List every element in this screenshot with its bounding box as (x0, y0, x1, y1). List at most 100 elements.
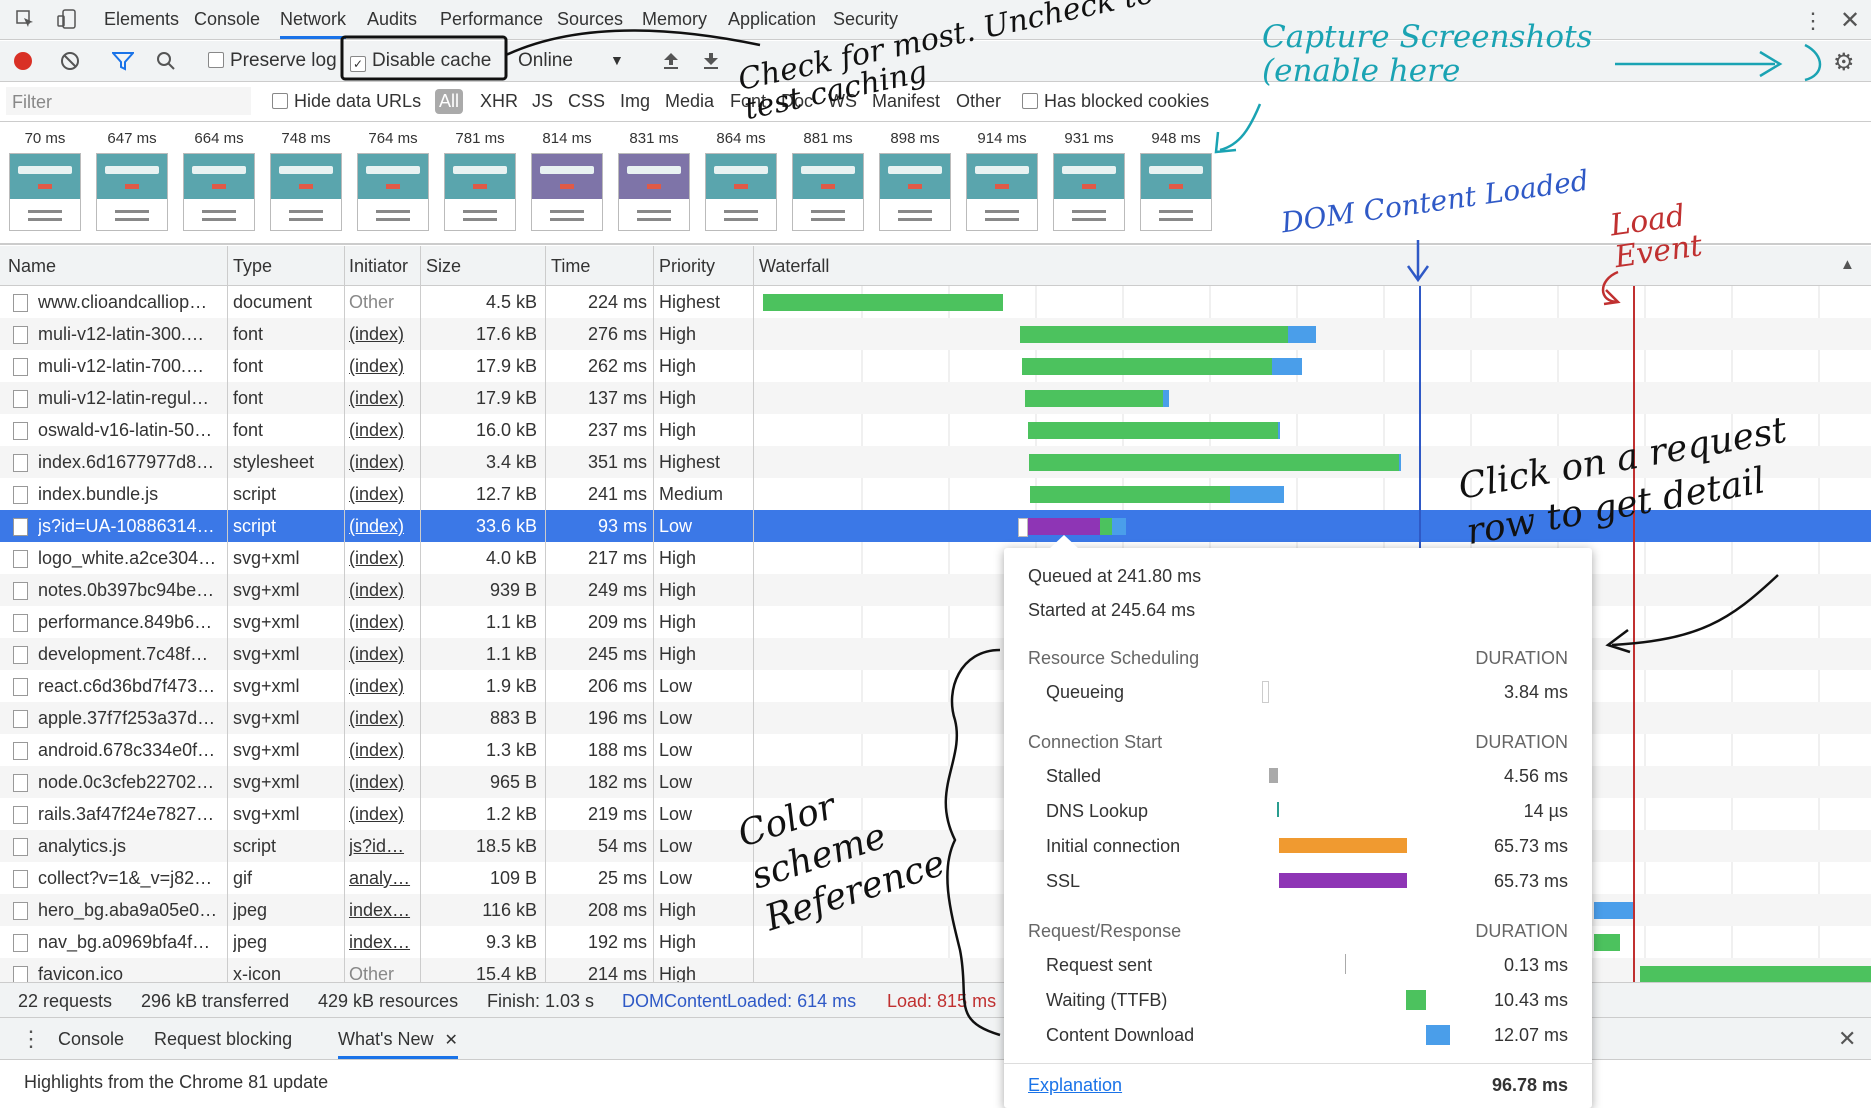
request-initiator[interactable]: (index) (349, 548, 415, 569)
tab-application[interactable]: Application (728, 9, 816, 30)
filmstrip-frame[interactable]: 864 ms (704, 130, 778, 231)
column-name[interactable]: Name (8, 256, 56, 277)
filmstrip-frame[interactable]: 898 ms (878, 130, 952, 231)
column-type[interactable]: Type (233, 256, 272, 277)
request-initiator[interactable]: analy… (349, 868, 415, 889)
tab-sources[interactable]: Sources (557, 9, 623, 30)
close-tab-icon[interactable]: ✕ (444, 1032, 457, 1049)
device-toolbar-icon[interactable] (56, 8, 78, 30)
filmstrip-frame[interactable]: 881 ms (791, 130, 865, 231)
tab-audits[interactable]: Audits (367, 9, 417, 30)
file-icon (13, 422, 28, 440)
record-icon[interactable] (14, 52, 32, 70)
request-initiator[interactable]: (index) (349, 420, 415, 441)
filter-input[interactable]: Filter (6, 87, 251, 115)
waterfall-bar (1100, 518, 1112, 535)
request-time: 241 ms (587, 484, 647, 504)
table-row[interactable]: muli-v12-latin-300.… font (index) 17.6 kB 27… (0, 318, 1871, 350)
section-connection-start: Connection Start (1028, 732, 1163, 752)
type-filter-js[interactable]: JS (532, 91, 553, 112)
request-initiator[interactable]: (index) (349, 516, 415, 537)
column-time[interactable]: Time (551, 256, 590, 277)
request-initiator[interactable]: (index) (349, 644, 415, 665)
request-initiator[interactable]: (index) (349, 324, 415, 345)
filter-icon[interactable] (110, 51, 136, 77)
column-initiator[interactable]: Initiator (349, 256, 408, 277)
export-har-icon[interactable] (702, 51, 720, 77)
search-icon[interactable] (156, 51, 176, 77)
request-initiator[interactable]: (index) (349, 388, 415, 409)
dns-lookup-bar (1277, 802, 1279, 817)
filmstrip-frame[interactable]: 948 ms (1139, 130, 1213, 231)
filmstrip-frame[interactable]: 831 ms (617, 130, 691, 231)
request-initiator[interactable]: (index) (349, 356, 415, 377)
column-priority[interactable]: Priority (659, 256, 715, 277)
close-devtools-icon[interactable]: ✕ (1840, 6, 1860, 35)
hide-data-urls-checkbox[interactable]: Hide data URLs (272, 91, 421, 112)
request-initiator[interactable]: (index) (349, 740, 415, 761)
request-name: react.c6d36bd7f473… (38, 676, 216, 696)
sort-ascending-icon[interactable]: ▲ (1840, 256, 1855, 273)
filmstrip-frame[interactable]: 647 ms (95, 130, 169, 231)
drawer-menu-icon[interactable]: ⋮ (20, 1026, 42, 1052)
tab-performance[interactable]: Performance (440, 9, 543, 30)
filmstrip-frame[interactable]: 748 ms (269, 130, 343, 231)
stalled-value: 4.56 ms (1503, 766, 1568, 786)
has-blocked-cookies-checkbox[interactable]: Has blocked cookies (1022, 91, 1209, 112)
tab-elements[interactable]: Elements (104, 9, 179, 30)
file-icon (13, 390, 28, 408)
request-initiator[interactable]: js?id… (349, 836, 415, 857)
filmstrip-frame[interactable]: 781 ms (443, 130, 517, 231)
preserve-log-checkbox[interactable]: Preserve log (208, 50, 337, 72)
request-initiator[interactable]: (index) (349, 580, 415, 601)
initial-connection-bar (1279, 838, 1407, 853)
tab-network[interactable]: Network (280, 9, 347, 39)
type-filter-all[interactable]: All (435, 89, 464, 114)
request-initiator[interactable]: (index) (349, 772, 415, 793)
drawer-tab-console[interactable]: Console (58, 1029, 124, 1050)
tab-security[interactable]: Security (833, 9, 898, 30)
request-size: 33.6 kB (475, 516, 537, 536)
drawer-tab-whats-new[interactable]: What's New ✕ (338, 1029, 458, 1059)
request-priority: High (659, 420, 697, 440)
settings-gear-icon[interactable]: ⚙ (1833, 48, 1855, 77)
drawer-tab-request-blocking[interactable]: Request blocking (154, 1029, 292, 1050)
disable-cache-checkbox[interactable]: ✓ Disable cache (350, 50, 491, 72)
tab-console[interactable]: Console (194, 9, 260, 30)
close-drawer-icon[interactable]: ✕ (1838, 1026, 1856, 1052)
type-filter-img[interactable]: Img (620, 91, 650, 112)
page-thumbnail (1140, 153, 1212, 231)
type-filter-media[interactable]: Media (665, 91, 714, 112)
filmstrip-frame[interactable]: 931 ms (1052, 130, 1126, 231)
type-filter-other[interactable]: Other (956, 91, 1001, 112)
more-options-icon[interactable]: ⋮ (1802, 8, 1824, 34)
filmstrip-frame[interactable]: 664 ms (182, 130, 256, 231)
clear-icon[interactable] (60, 51, 80, 77)
request-initiator[interactable]: (index) (349, 612, 415, 633)
request-initiator[interactable]: (index) (349, 452, 415, 473)
column-waterfall[interactable]: Waterfall (759, 256, 829, 277)
throttling-select[interactable]: Online ▼ (518, 50, 624, 72)
ssl-label: SSL (1046, 871, 1081, 891)
type-filter-css[interactable]: CSS (568, 91, 605, 112)
filmstrip-frame[interactable]: 764 ms (356, 130, 430, 231)
request-initiator[interactable]: index… (349, 932, 415, 953)
filmstrip-frame[interactable]: 914 ms (965, 130, 1039, 231)
explanation-link[interactable]: Explanation (1028, 1075, 1122, 1096)
request-initiator[interactable]: index… (349, 900, 415, 921)
request-initiator[interactable]: (index) (349, 484, 415, 505)
table-row[interactable]: muli-v12-latin-700.… font (index) 17.9 kB 26… (0, 350, 1871, 382)
file-icon (13, 326, 28, 344)
request-initiator[interactable]: (index) (349, 708, 415, 729)
request-initiator[interactable]: (index) (349, 804, 415, 825)
tab-memory[interactable]: Memory (642, 9, 707, 30)
table-row[interactable]: www.clioandcalliop… document Other 4.5 kB 22… (0, 286, 1871, 318)
column-size[interactable]: Size (426, 256, 461, 277)
filmstrip-frame[interactable]: 814 ms (530, 130, 604, 231)
import-har-icon[interactable] (662, 51, 680, 77)
filmstrip-frame[interactable]: 70 ms (8, 130, 82, 231)
request-initiator[interactable]: (index) (349, 676, 415, 697)
table-row[interactable]: muli-v12-latin-regul… font (index) 17.9 kB 1… (0, 382, 1871, 414)
type-filter-xhr[interactable]: XHR (480, 91, 518, 112)
inspect-element-icon[interactable] (16, 10, 34, 28)
